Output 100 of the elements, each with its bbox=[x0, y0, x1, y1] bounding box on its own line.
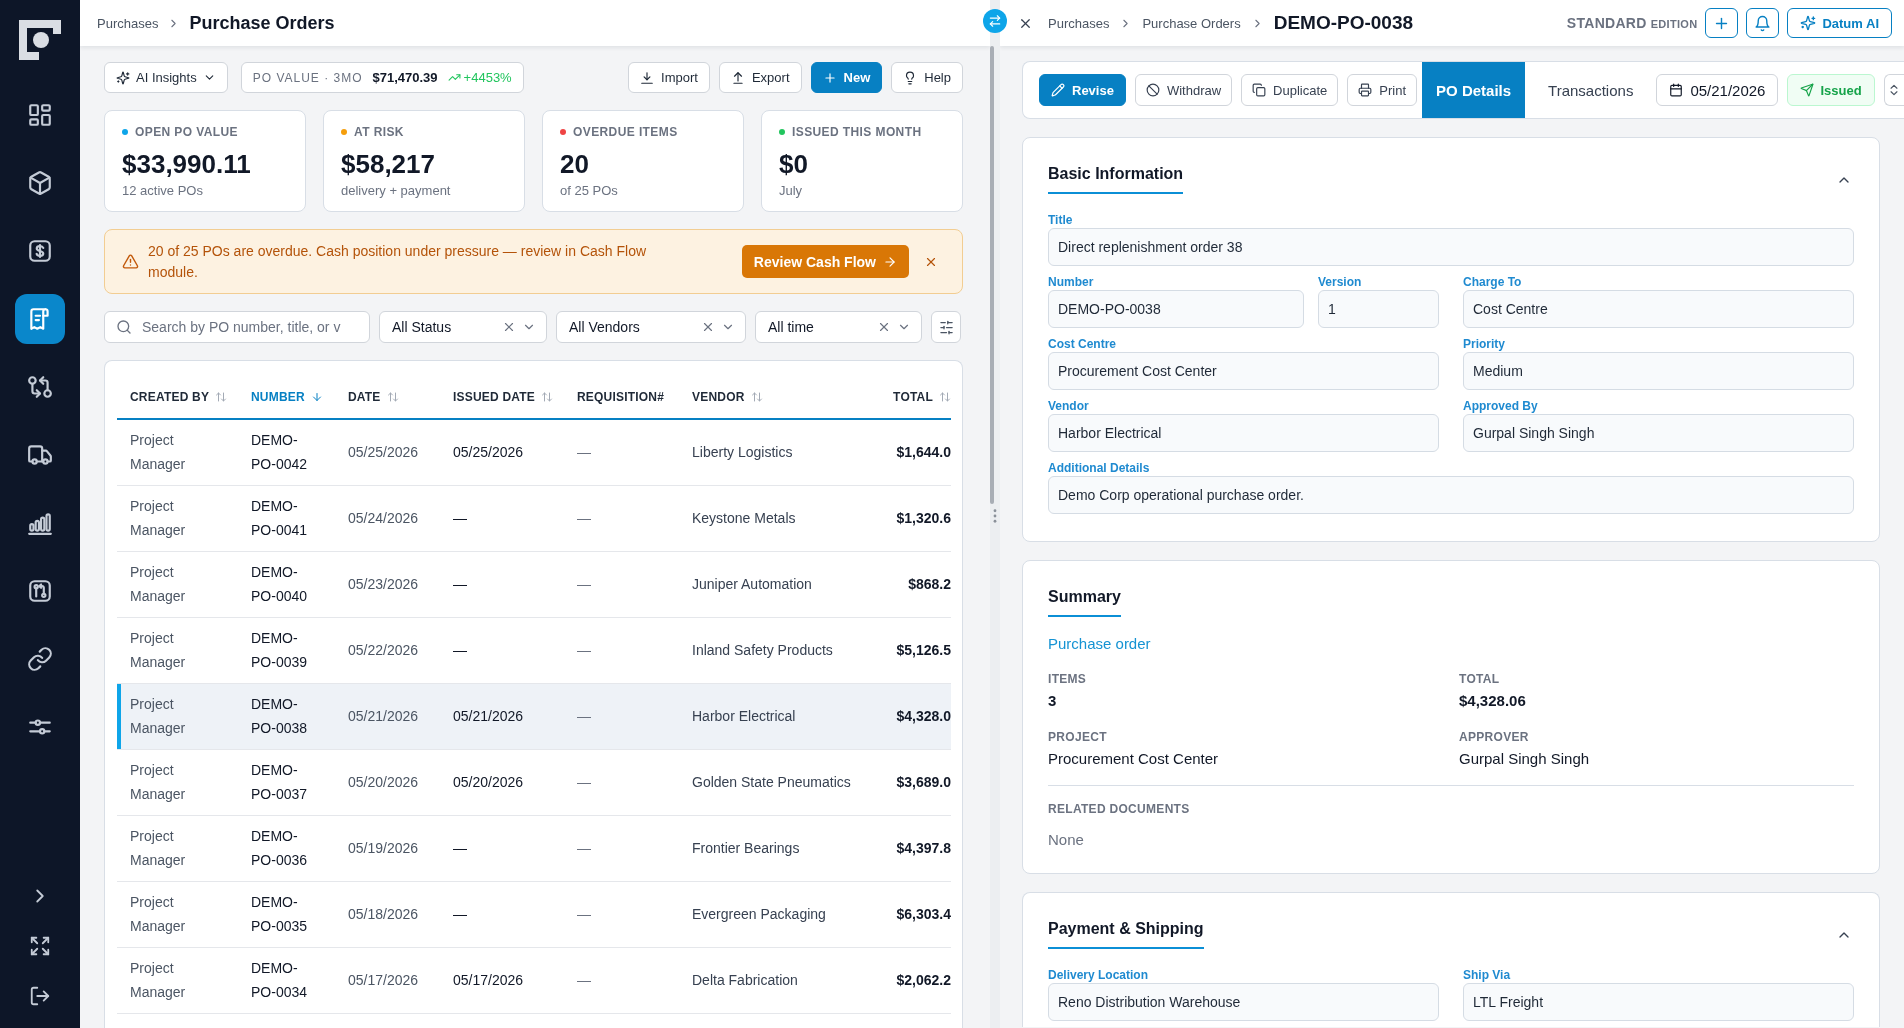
sidebar-nav-button[interactable] bbox=[15, 294, 65, 344]
kpi-label: OPEN PO VALUE bbox=[135, 124, 238, 140]
text-field[interactable]: DEMO-PO-0038 bbox=[1048, 290, 1304, 328]
assistant-button[interactable]: Datum AI bbox=[1787, 8, 1892, 38]
metric-label: PO VALUE · 3MO bbox=[252, 70, 363, 85]
section-title: Payment & Shipping bbox=[1048, 919, 1204, 949]
requisition-number: — bbox=[577, 906, 591, 922]
sort-arrows-icon bbox=[750, 391, 763, 403]
export-button[interactable]: Export bbox=[718, 62, 802, 93]
breadcrumb-link[interactable]: Purchases bbox=[97, 15, 159, 31]
text-field[interactable]: LTL Freight bbox=[1463, 983, 1854, 1021]
requisition-number: — bbox=[577, 972, 591, 988]
sparkles-icon bbox=[116, 70, 130, 85]
sort-arrows-icon bbox=[939, 391, 951, 403]
warning-triangle-icon bbox=[122, 253, 139, 270]
issued-date: 05/17/2026 bbox=[453, 972, 524, 988]
import-button[interactable]: Import bbox=[628, 62, 710, 93]
withdraw-button[interactable]: Withdraw bbox=[1134, 74, 1233, 106]
copy-icon bbox=[1252, 83, 1267, 97]
section-title: Summary bbox=[1048, 587, 1121, 617]
edition-label: EDITION bbox=[1650, 18, 1698, 30]
kpi-value: 20 bbox=[560, 148, 590, 180]
breadcrumb-link[interactable]: Purchase Orders bbox=[1142, 15, 1241, 31]
search-field[interactable]: Search by PO number, title, or v bbox=[104, 311, 370, 343]
table-row[interactable]: Project Manager DEMO-PO-0040 05/23/2026 — — Juniper Automation $868.2 bbox=[117, 551, 951, 617]
column-header[interactable]: TOTAL bbox=[893, 390, 951, 404]
order-date: 05/18/2026 bbox=[348, 906, 419, 922]
new-button[interactable]: New bbox=[810, 62, 883, 93]
table-row[interactable]: Project Manager DEMO-PO-0036 05/19/2026 — — Frontier Bearings $4,397.8 bbox=[117, 815, 951, 881]
creator-name: Project Manager bbox=[130, 696, 186, 736]
order-date: 05/25/2026 bbox=[348, 444, 419, 461]
print-button[interactable]: Print bbox=[1347, 74, 1418, 106]
expand-toggle-button[interactable] bbox=[1883, 74, 1904, 106]
table-row[interactable]: Project Manager DEMO-PO-0039 05/22/2026 — — Inland Safety Products $5,126.5 bbox=[117, 617, 951, 683]
text-field[interactable]: Demo Corp operational purchase order. bbox=[1048, 476, 1854, 514]
empty-value: None bbox=[1048, 830, 1084, 850]
x-icon bbox=[502, 320, 516, 334]
field-label: Delivery Location bbox=[1048, 967, 1149, 983]
column-header[interactable]: DATE bbox=[348, 390, 399, 404]
text-field[interactable]: Procurement Cost Center bbox=[1048, 352, 1439, 390]
order-date: 05/23/2026 bbox=[348, 576, 419, 592]
text-field[interactable]: Reno Distribution Warehouse bbox=[1048, 983, 1439, 1021]
vendor-filter-dropdown[interactable]: All Vendors bbox=[556, 311, 746, 343]
column-header[interactable]: CREATED BY bbox=[130, 390, 228, 404]
creator-name: Project Manager bbox=[130, 564, 186, 604]
help-button[interactable]: Help bbox=[891, 62, 963, 93]
table-row[interactable]: Project Manager DEMO-PO-0035 05/18/2026 — — Evergreen Packaging $6,303.4 bbox=[117, 881, 951, 947]
box-icon bbox=[27, 170, 53, 196]
edition-name: STANDARD bbox=[1566, 15, 1647, 31]
circle-slash-icon bbox=[1145, 83, 1160, 97]
date-filter-dropdown[interactable]: All time bbox=[755, 311, 922, 343]
vertical-dots-icon[interactable] bbox=[993, 509, 997, 523]
order-date: 05/21/2026 bbox=[348, 708, 419, 724]
trend-percentage: +4453% bbox=[463, 70, 512, 85]
table-row[interactable]: Project Manager DEMO-PO-0038 05/21/2026 05/21/2026 — Harbor Electrical $4,328.0 bbox=[117, 683, 951, 749]
table-row[interactable]: Project Manager DEMO-PO-0041 05/24/2026 — — Keystone Metals $1,320.6 bbox=[117, 485, 951, 551]
tab[interactable]: Transactions bbox=[1534, 62, 1648, 118]
notifications-button[interactable] bbox=[1746, 8, 1780, 38]
scrollbar-thumb[interactable] bbox=[990, 46, 994, 504]
breadcrumb-link[interactable]: Purchases bbox=[1048, 15, 1110, 31]
total-amount: $4,397.8 bbox=[896, 840, 951, 856]
vendor-name: Inland Safety Products bbox=[692, 642, 833, 658]
text-field[interactable]: Direct replenishment order 38 bbox=[1048, 228, 1854, 266]
creator-name: Project Manager bbox=[130, 960, 186, 1000]
text-field[interactable]: 1 bbox=[1318, 290, 1439, 328]
total-amount: $6,303.4 bbox=[896, 906, 951, 922]
field-label: Number bbox=[1048, 274, 1094, 290]
po-number: DEMO-PO-0038 bbox=[251, 696, 308, 736]
column-header[interactable]: NUMBER bbox=[251, 390, 323, 404]
expand-arrows-icon[interactable] bbox=[29, 935, 51, 957]
filter-settings-button[interactable] bbox=[931, 311, 961, 343]
alert-message: 20 of 25 POs are overdue. Cash position under pressure — review in Cash Flow module. bbox=[148, 241, 648, 282]
text-field[interactable]: Cost Centre bbox=[1463, 290, 1854, 328]
stat-label: APPROVER bbox=[1459, 729, 1529, 745]
text-field[interactable]: Harbor Electrical bbox=[1048, 414, 1439, 452]
text-field[interactable]: Medium bbox=[1463, 352, 1854, 390]
revise-button[interactable]: Revise bbox=[1039, 74, 1126, 106]
table-row[interactable]: Project Manager DEMO-PO-0042 05/25/2026 05/25/2026 — Liberty Logistics $1,644.0 bbox=[117, 419, 951, 485]
insights-dropdown-button[interactable]: AI Insights bbox=[104, 62, 228, 93]
requisition-number: — bbox=[577, 444, 591, 461]
total-amount: $1,644.0 bbox=[896, 444, 951, 461]
table-row[interactable]: Project Manager DEMO-PO-0034 05/17/2026 05/17/2026 — Delta Fabrication $2,062.2 bbox=[117, 947, 951, 1013]
status-filter-dropdown[interactable]: All Status bbox=[379, 311, 547, 343]
arrow-up-from-line-icon bbox=[730, 70, 745, 85]
kpi-caption: of 25 POs bbox=[560, 182, 619, 200]
text-field[interactable]: Gurpal Singh Singh bbox=[1463, 414, 1854, 452]
duplicate-button[interactable]: Duplicate bbox=[1241, 74, 1339, 106]
sort-arrows-icon bbox=[215, 391, 228, 403]
add-button[interactable] bbox=[1705, 8, 1739, 38]
column-header[interactable]: VENDOR bbox=[692, 390, 763, 404]
column-header[interactable]: ISSUED DATE bbox=[453, 390, 553, 404]
date-picker-button[interactable]: 05/21/2026 bbox=[1656, 74, 1779, 106]
field-label: Version bbox=[1318, 274, 1362, 290]
total-amount: $2,062.2 bbox=[896, 972, 951, 988]
table-row[interactable]: Project Manager DEMO-PO-0037 05/20/2026 05/20/2026 — Golden State Pneumatics $3,689.0 bbox=[117, 749, 951, 815]
po-number: DEMO-PO-0042 bbox=[251, 432, 308, 473]
vendor-name: Juniper Automation bbox=[692, 576, 812, 592]
field-label: Additional Details bbox=[1048, 460, 1150, 476]
tab[interactable]: PO Details bbox=[1422, 62, 1526, 118]
bar-chart-icon bbox=[27, 510, 53, 536]
